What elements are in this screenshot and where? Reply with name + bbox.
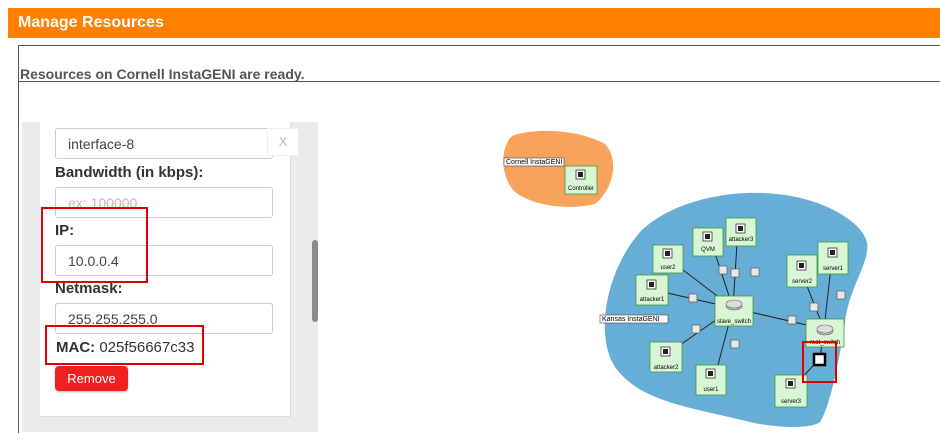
- node-qvm[interactable]: QVM: [692, 227, 724, 257]
- node-server1[interactable]: server1: [817, 241, 849, 275]
- sidebar-scrollbar[interactable]: [312, 240, 318, 322]
- topology-canvas[interactable]: Cornell InstaGENI Kansas InstaGENI Contr…: [330, 82, 940, 432]
- svg-text:user1: user1: [703, 387, 719, 393]
- title-bar: Manage Resources: [8, 8, 940, 41]
- svg-text:user2: user2: [660, 265, 676, 271]
- interface-name-input[interactable]: [55, 128, 273, 159]
- node-user1[interactable]: user1: [695, 364, 727, 396]
- bandwidth-label: Bandwidth (in kbps):: [55, 164, 204, 181]
- node-controller[interactable]: Controller: [564, 165, 598, 195]
- svg-text:slave_switch: slave_switch: [717, 319, 751, 325]
- svg-text:server3: server3: [781, 399, 802, 405]
- status-message: Resources on Cornell InstaGENI are ready…: [20, 66, 305, 82]
- cornell-group-label: Cornell InstaGENI: [503, 157, 565, 167]
- window-title: Manage Resources: [18, 14, 164, 31]
- node-server2[interactable]: server2: [786, 254, 818, 288]
- svg-text:QVM: QVM: [701, 247, 715, 253]
- svg-text:server1: server1: [823, 266, 844, 272]
- selected-interface[interactable]: [812, 352, 827, 367]
- svg-text:server2: server2: [792, 279, 813, 285]
- node-slave-switch[interactable]: slave_switch: [714, 295, 754, 327]
- remove-button[interactable]: Remove: [55, 366, 128, 391]
- svg-text:attacker3: attacker3: [729, 237, 754, 243]
- node-attacker1[interactable]: attacker1: [635, 274, 669, 306]
- svg-text:Kansas InstaGENI: Kansas InstaGENI: [602, 316, 660, 323]
- node-attacker2[interactable]: attacker2: [649, 341, 683, 373]
- node-user2[interactable]: user2: [652, 244, 684, 274]
- kansas-group-label: Kansas InstaGENI: [599, 314, 669, 324]
- node-attacker3[interactable]: attacker3: [725, 217, 757, 247]
- svg-text:Controller: Controller: [568, 186, 594, 192]
- svg-text:attacker1: attacker1: [640, 297, 665, 303]
- clear-button[interactable]: X: [267, 128, 299, 156]
- mac-highlight-box: [45, 325, 204, 365]
- svg-text:Cornell InstaGENI: Cornell InstaGENI: [506, 159, 562, 166]
- ip-highlight-box: [41, 207, 148, 283]
- svg-text:attacker2: attacker2: [654, 365, 679, 371]
